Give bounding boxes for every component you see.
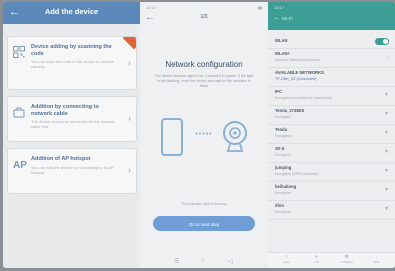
chevron-right-icon: › [387,54,389,60]
row-title: AVAILABLE NETWORKS [275,70,324,75]
wlan-toggle[interactable] [375,38,389,45]
next-step-button[interactable]: Go to next step [153,216,255,231]
tablet-screen: ← Add the device Device adding by scanni… [3,2,395,268]
wifi-network-row[interactable]: jumping Encrypted (WPS available) ▼ [268,163,395,182]
indicator-tip: The indicator light is flashing [181,202,227,206]
settings-header: 10:17 ← Wi-Fi [268,2,395,30]
wlan-plus-row[interactable]: WLAN+ Improve Internet experience › [268,49,395,68]
battery-icon: ▮▮ [257,5,262,10]
nav-label: Configure [339,260,353,264]
network-security: Encrypted [275,134,292,138]
chevron-right-icon: › [128,113,131,123]
settings-bottom-nav: ○ Scan + Add ⚙ Configure ⋮ More [268,252,395,268]
network-name: ithm [275,203,284,208]
network-cable-icon [13,107,25,122]
network-name: beihaitong [275,184,297,189]
network-name: ZK-5 [275,146,285,151]
camera-icon [221,120,249,154]
nav-more[interactable]: ⋮ More [364,254,389,264]
wlan-row[interactable]: WLAN [268,36,395,49]
nav-configure[interactable]: ⚙ Configure [334,254,359,264]
wifi-lock-icon: ▼ [384,130,389,136]
network-security: Encrypted [275,191,292,195]
wifi-lock-icon: ▼ [384,149,389,155]
wifi-settings-panel: 10:17 ← Wi-Fi WLAN WLAN+ Improve Interne… [268,2,395,268]
status-bar: 10:17 ▮▮ [140,2,268,12]
status-time: 10:17 [274,5,285,10]
network-name: Tenda [275,127,288,132]
back-icon[interactable]: ◁ [228,258,233,265]
config-title: Network configuration [165,60,243,69]
config-description: The device indicator light is on. Connec… [154,74,254,88]
row-sub: Improve Internet experience [275,58,320,62]
menu-icon[interactable]: ☰ [174,258,179,265]
wifi-lock-icon: ▼ [384,111,389,117]
nav-label: More [373,260,380,264]
qr-code-icon [13,46,25,61]
phone-icon [161,118,183,156]
wifi-network-row[interactable]: Tenda_2748D6 Encrypted ▼ [268,106,395,125]
wifi-lock-icon: ▼ [384,206,389,212]
option-desc: You can scan the code in the device to a… [31,59,114,69]
chevron-right-icon: › [128,58,131,68]
wifi-lock-icon: ▼ [384,168,389,174]
page-title: Add the device [44,7,99,16]
option-scan-code[interactable]: Device adding by scanning the code You c… [7,36,137,90]
network-config-panel: 10:17 ▮▮ ← 1/3 Network configuration The… [140,2,268,268]
wifi-network-row[interactable]: beihaitong Encrypted ▼ [268,182,395,201]
wifi-lock-icon: ▼ [384,92,389,98]
option-title: Device adding by scanning the code [31,44,112,57]
wifi-lock-icon: ▼ [384,187,389,193]
ap-hotspot-icon: AP [13,160,27,171]
settings-title: Wi-Fi [282,16,293,21]
network-security: Encrypted [275,210,292,214]
network-security: Encrypted [275,115,292,119]
network-security: Encrypted (WPS available) [275,172,318,176]
network-security: Encrypted [275,153,292,157]
option-desc: You can add the device by connecting to … [31,165,114,175]
home-icon[interactable]: ○ [201,258,205,264]
option-ap-hotspot[interactable]: AP Addition of AP hotspot You can add th… [7,148,137,194]
wifi-network-row[interactable]: ithm Encrypted ▼ [268,201,395,220]
add-device-header: ← Add the device [3,2,140,24]
config-nav: ← 1/3 [140,12,268,26]
option-desc: The device should be connected to the ne… [31,119,115,129]
row-title: WLAN+ [275,51,291,56]
option-title: Addition of AP hotspot [31,156,91,162]
wifi-network-row[interactable]: Tenda Encrypted ▼ [268,125,395,144]
nav-label: Scan [283,260,290,264]
arrow-left-icon[interactable]: ← [274,15,280,21]
row-title: WLAN [275,38,288,43]
option-network-cable[interactable]: Addition by connecting to network cable … [7,96,137,142]
nav-add[interactable]: + Add [304,254,329,264]
network-name: IPC [275,89,282,94]
option-title: Addition by connecting to network cable [31,104,99,117]
connection-dots: ••••• [195,131,213,138]
highlight-ribbon [122,37,136,50]
available-networks-row: AVAILABLE NETWORKS TP-LINK_5G (Connected… [268,68,395,87]
nav-scan[interactable]: ○ Scan [274,254,299,264]
chevron-right-icon: › [128,165,131,175]
status-time: 10:17 [146,5,157,10]
connected-network[interactable]: TP-LINK_5G (Connected) [275,77,316,81]
network-name: jumping [275,165,292,170]
nav-label: Add [313,260,320,264]
step-indicator: 1/3 [200,14,208,20]
add-device-panel: ← Add the device Device adding by scanni… [3,2,140,268]
wifi-network-row[interactable]: IPC Encrypted (available for connection)… [268,87,395,106]
system-nav-bar: ☰ ○ ◁ [140,257,268,268]
network-security: Encrypted (available for connection) [275,96,333,100]
network-name: Tenda_2748D6 [275,108,305,113]
wifi-network-row[interactable]: ZK-5 Encrypted ▼ [268,144,395,163]
